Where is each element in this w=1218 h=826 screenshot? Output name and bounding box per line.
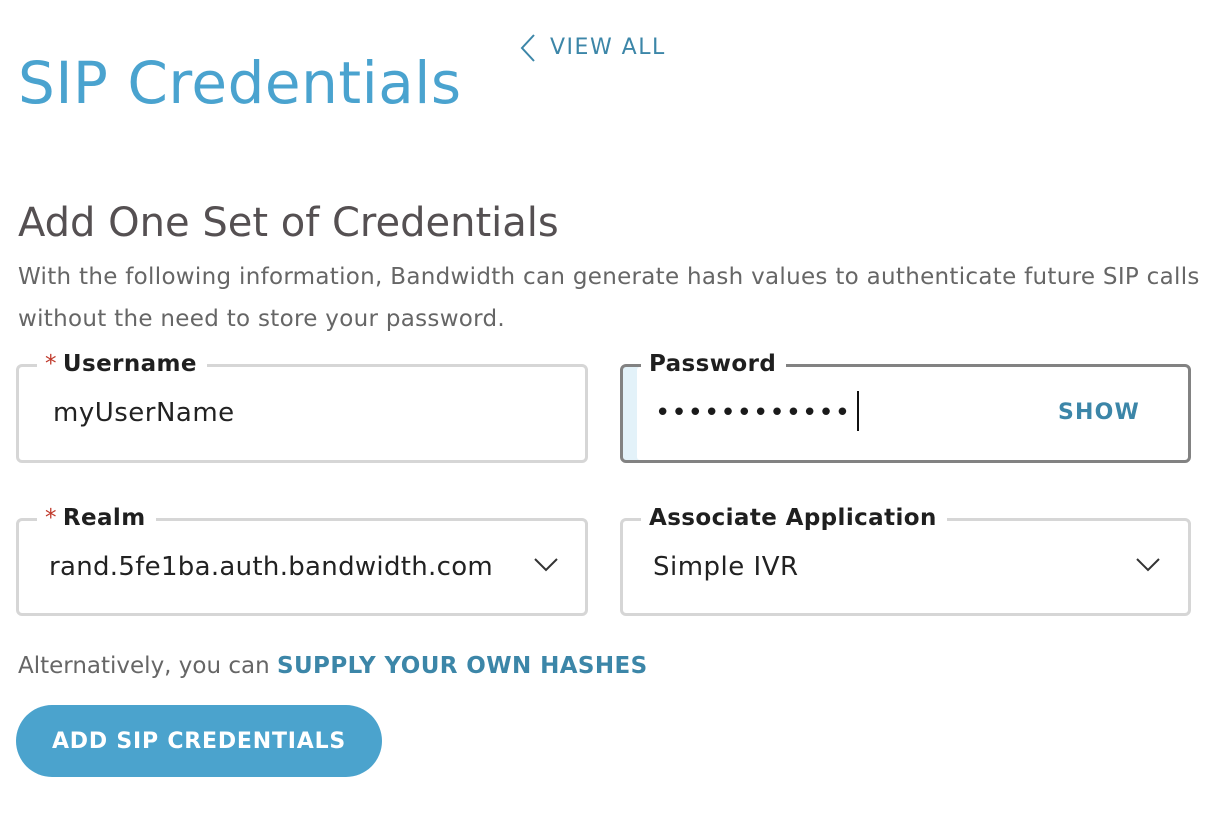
form-description: With the following information, Bandwidt… (18, 264, 1200, 332)
chevron-down-icon (533, 557, 559, 577)
required-marker: * (45, 505, 57, 531)
required-marker: * (45, 351, 57, 377)
password-label: Password (641, 348, 787, 380)
username-label-text: Username (62, 351, 197, 377)
alternative-hashes-line: Alternatively, you can SUPPLY YOUR OWN H… (18, 646, 648, 686)
show-password-button[interactable]: SHOW (1058, 393, 1140, 433)
view-all-link[interactable]: VIEW ALL (520, 32, 666, 64)
realm-label: * Realm (37, 502, 156, 534)
chevron-down-icon (1135, 557, 1161, 577)
alternative-text: Alternatively, you can (18, 653, 270, 679)
realm-select[interactable]: * Realm rand.5fe1ba.auth.bandwidth.com (16, 502, 588, 616)
username-label: * Username (37, 348, 207, 380)
realm-selected-value: rand.5fe1ba.auth.bandwidth.com (49, 552, 494, 582)
text-cursor (857, 390, 860, 431)
password-input[interactable]: •••••••••••• (655, 390, 860, 433)
add-sip-credentials-button[interactable]: ADD SIP CREDENTIALS (16, 705, 382, 777)
password-masked-value: •••••••••••• (655, 398, 852, 428)
associate-application-select[interactable]: Associate Application Simple IVR (620, 502, 1191, 616)
page-title: SIP Credentials (18, 48, 462, 117)
username-input[interactable]: myUserName (53, 393, 235, 433)
associate-application-selected-value: Simple IVR (653, 552, 799, 582)
supply-own-hashes-link[interactable]: SUPPLY YOUR OWN HASHES (277, 653, 648, 679)
view-all-label: VIEW ALL (550, 35, 666, 60)
username-field[interactable]: * Username myUserName (16, 348, 588, 463)
associate-application-label: Associate Application (641, 502, 947, 534)
password-field[interactable]: Password •••••••••••• SHOW (620, 348, 1191, 463)
chevron-left-icon (520, 33, 536, 63)
section-title: Add One Set of Credentials (18, 200, 559, 247)
realm-label-text: Realm (62, 505, 146, 531)
